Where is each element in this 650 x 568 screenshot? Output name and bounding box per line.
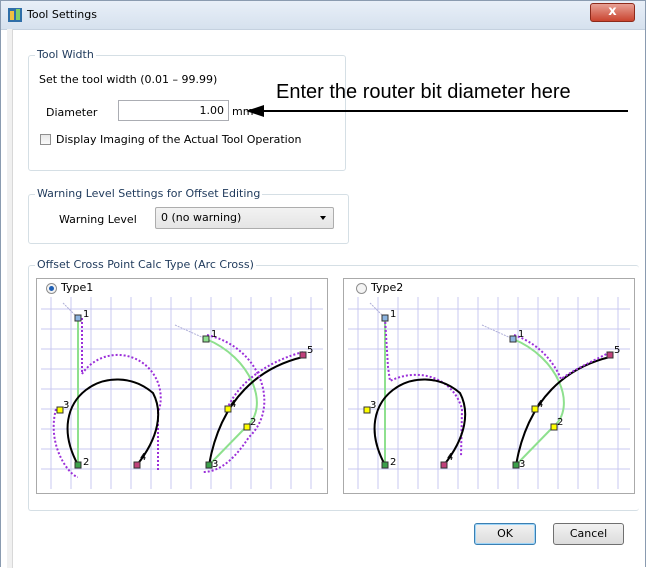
window-left-edge bbox=[7, 29, 13, 568]
t1r-label-1: 1 bbox=[211, 329, 217, 340]
close-button[interactable]: x bbox=[590, 3, 635, 22]
type1-diagram: 1 2 3 4 1 2 3 4 5 bbox=[41, 297, 323, 489]
t1r-label-4: 4 bbox=[230, 399, 236, 410]
type1-label: Type1 bbox=[61, 281, 94, 294]
type2-panel: Type2 1 2 3 4 1 2 3 4 5 bbox=[343, 278, 635, 494]
t1r-label-5: 5 bbox=[307, 345, 313, 356]
tool-width-legend: Tool Width bbox=[35, 48, 96, 61]
t2r-label-5: 5 bbox=[614, 345, 620, 356]
offset-legend: Offset Cross Point Calc Type (Arc Cross) bbox=[35, 258, 256, 271]
t2-label-4: 4 bbox=[447, 452, 453, 463]
chevron-down-icon bbox=[320, 216, 326, 220]
type2-diagram: 1 2 3 4 1 2 3 4 5 bbox=[348, 297, 630, 489]
t2-label-3: 3 bbox=[370, 400, 376, 411]
type1-panel: Type1 1 2 3 4 1 2 3 4 5 bbox=[36, 278, 328, 494]
display-imaging-checkbox[interactable] bbox=[40, 134, 51, 145]
warning-level-label: Warning Level bbox=[59, 213, 137, 226]
router-bit-annotation: Enter the router bit diameter here bbox=[276, 81, 571, 103]
t1r-label-2: 2 bbox=[250, 417, 256, 428]
type2-radio[interactable] bbox=[356, 283, 367, 294]
title-bar: Tool Settings bbox=[1, 1, 645, 30]
annotation-arrow-icon bbox=[246, 105, 628, 117]
warning-level-select[interactable]: 0 (no warning) bbox=[155, 207, 334, 229]
t2r-label-4: 4 bbox=[537, 399, 543, 410]
display-imaging-label: Display Imaging of the Actual Tool Opera… bbox=[56, 133, 302, 146]
window-title: Tool Settings bbox=[27, 8, 97, 21]
tool-width-instruction: Set the tool width (0.01 – 99.99) bbox=[39, 73, 218, 86]
warning-legend: Warning Level Settings for Offset Editin… bbox=[35, 187, 263, 200]
diameter-label: Diameter bbox=[46, 106, 98, 119]
t2r-label-1: 1 bbox=[518, 329, 524, 340]
type1-radio[interactable] bbox=[46, 283, 57, 294]
cancel-button[interactable]: Cancel bbox=[553, 523, 624, 545]
tool-settings-icon bbox=[8, 8, 22, 22]
t1r-label-3: 3 bbox=[212, 459, 218, 470]
diameter-input[interactable]: 1.00 bbox=[118, 100, 229, 121]
t1-label-1: 1 bbox=[83, 309, 89, 320]
tool-settings-window: Tool Settings x Tool Width Set the tool … bbox=[0, 0, 646, 568]
t1-label-4: 4 bbox=[140, 452, 146, 463]
ok-button[interactable]: OK bbox=[474, 523, 536, 545]
t1-label-2: 2 bbox=[83, 457, 89, 468]
t1-label-3: 3 bbox=[63, 400, 69, 411]
t2-label-1: 1 bbox=[390, 309, 396, 320]
type2-label: Type2 bbox=[371, 281, 404, 294]
t2-label-2: 2 bbox=[390, 457, 396, 468]
warning-level-value: 0 (no warning) bbox=[161, 211, 242, 224]
t2r-label-3: 3 bbox=[519, 459, 525, 470]
t2r-label-2: 2 bbox=[557, 417, 563, 428]
